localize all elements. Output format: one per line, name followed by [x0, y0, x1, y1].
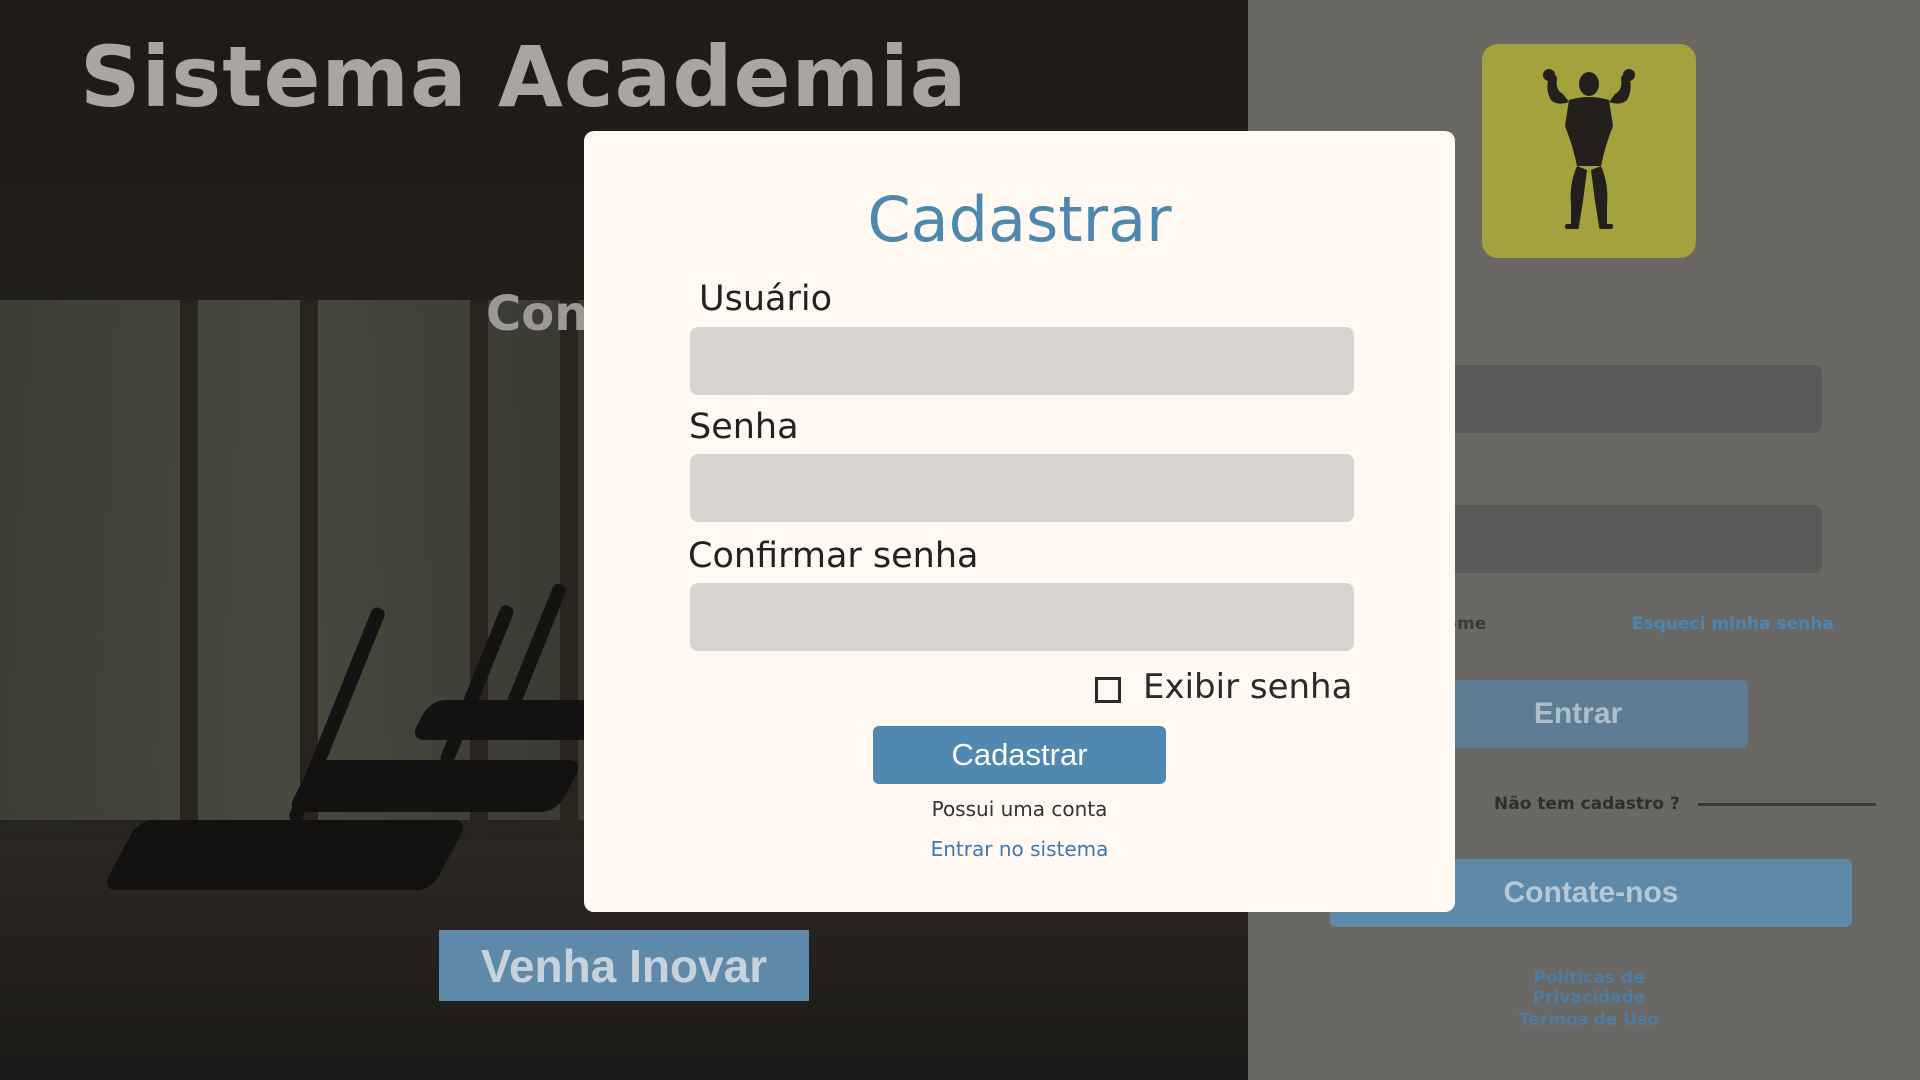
- treadmill-shape: [286, 760, 584, 812]
- has-account-text: Possui uma conta: [931, 797, 1108, 821]
- no-account-text: Não tem cadastro ?: [1494, 794, 1680, 814]
- window-frame: [180, 300, 198, 860]
- bodybuilder-icon: [1543, 69, 1635, 229]
- show-password-label[interactable]: Exibir senha: [1143, 667, 1352, 707]
- remember-me-label[interactable]: -me: [1450, 614, 1486, 634]
- login-button[interactable]: Entrar: [1408, 680, 1748, 748]
- register-modal: Cadastrar Usuário Senha Confirmar senha …: [584, 131, 1455, 912]
- treadmill-shape: [101, 820, 469, 890]
- divider: [1698, 803, 1876, 806]
- modal-title: Cadastrar: [867, 183, 1172, 256]
- show-password-checkbox[interactable]: [1095, 677, 1121, 703]
- page-title: Sistema Academia: [80, 28, 968, 126]
- login-link[interactable]: Entrar no sistema: [584, 837, 1455, 861]
- register-button[interactable]: Cadastrar: [873, 726, 1166, 784]
- password-label: Senha: [689, 407, 799, 447]
- logo: [1482, 44, 1696, 258]
- password-input[interactable]: [690, 454, 1354, 522]
- privacy-policy-link[interactable]: Políticas de Privacidade: [1482, 968, 1696, 1008]
- terms-of-use-link[interactable]: Termos de Uso: [1482, 1010, 1696, 1030]
- confirm-password-label: Confirmar senha: [688, 536, 979, 576]
- forgot-password-link[interactable]: Esqueci minha senha: [1632, 614, 1834, 634]
- username-input[interactable]: [690, 327, 1354, 395]
- username-label: Usuário: [699, 279, 833, 319]
- confirm-password-input[interactable]: [690, 583, 1354, 651]
- hero-subtitle: Con: [486, 286, 589, 342]
- venha-inovar-button[interactable]: Venha Inovar: [439, 930, 809, 1001]
